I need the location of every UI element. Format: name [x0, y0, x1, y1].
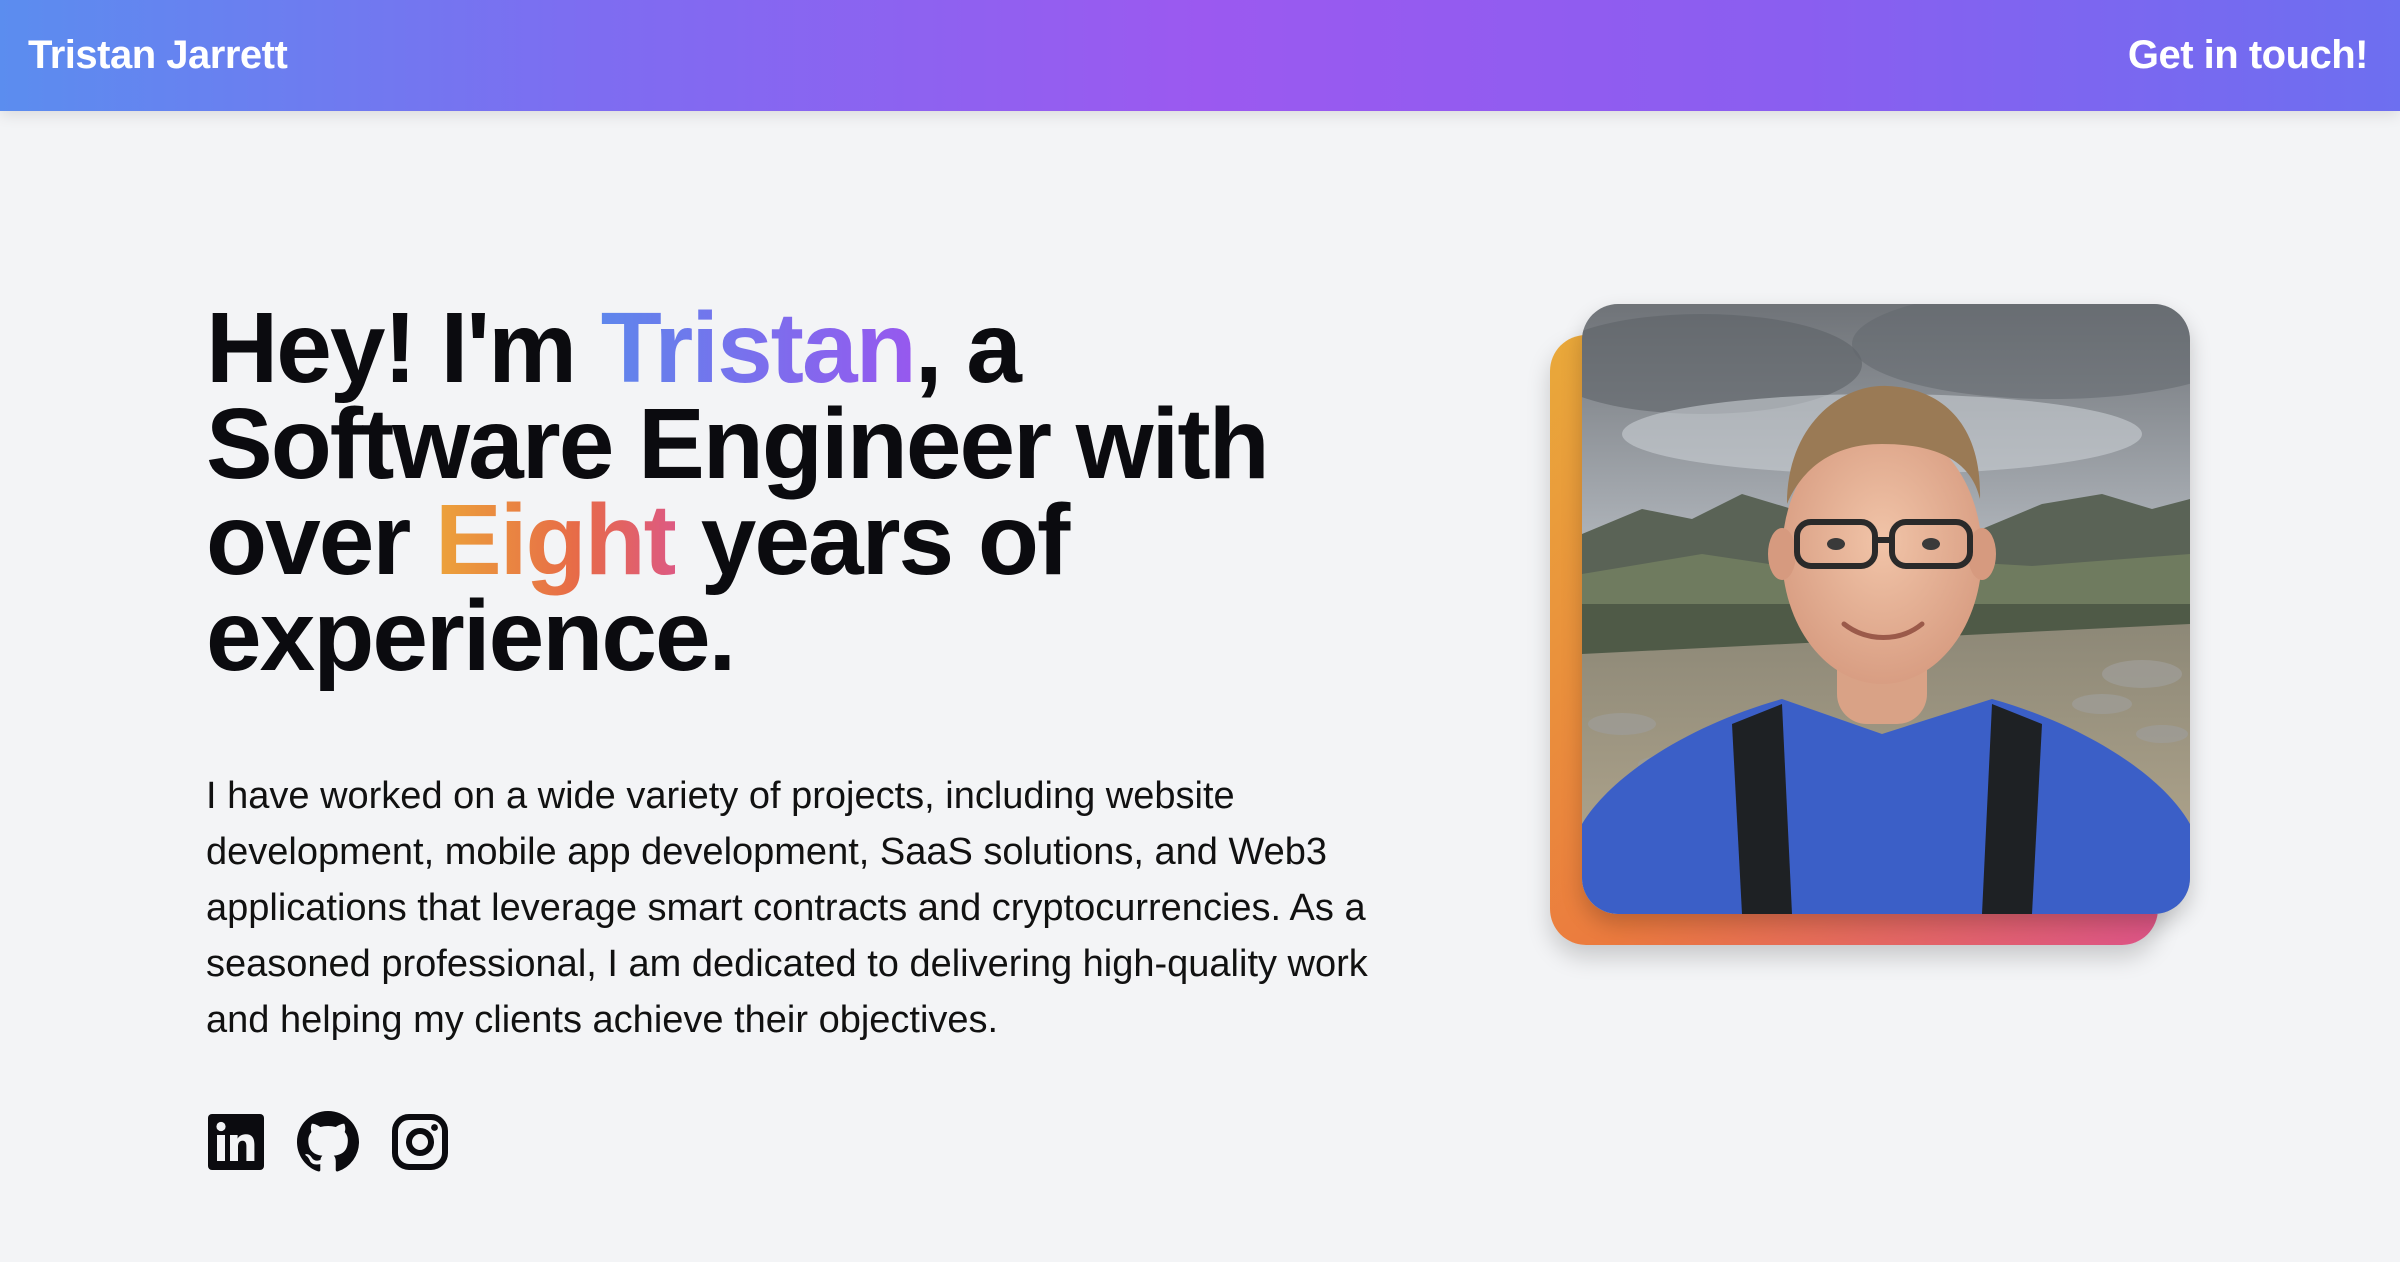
hero-line4: experience.: [206, 580, 736, 692]
linkedin-icon: [208, 1114, 264, 1170]
hero-heading: Hey! I'm Tristan, a Software Engineer wit…: [206, 298, 1406, 686]
github-link[interactable]: [297, 1111, 359, 1173]
social-links: [206, 1111, 450, 1173]
profile-photo: [1582, 304, 2190, 914]
get-in-touch-link[interactable]: Get in touch!: [2128, 33, 2369, 78]
github-icon: [297, 1111, 359, 1173]
instagram-icon: [391, 1113, 449, 1171]
instagram-link[interactable]: [390, 1112, 450, 1172]
brand-link[interactable]: Tristan Jarrett: [28, 33, 288, 78]
linkedin-link[interactable]: [206, 1112, 266, 1172]
top-nav-bar: Tristan Jarrett Get in touch!: [0, 0, 2400, 111]
bio-paragraph: I have worked on a wide variety of proje…: [206, 775, 1368, 1041]
